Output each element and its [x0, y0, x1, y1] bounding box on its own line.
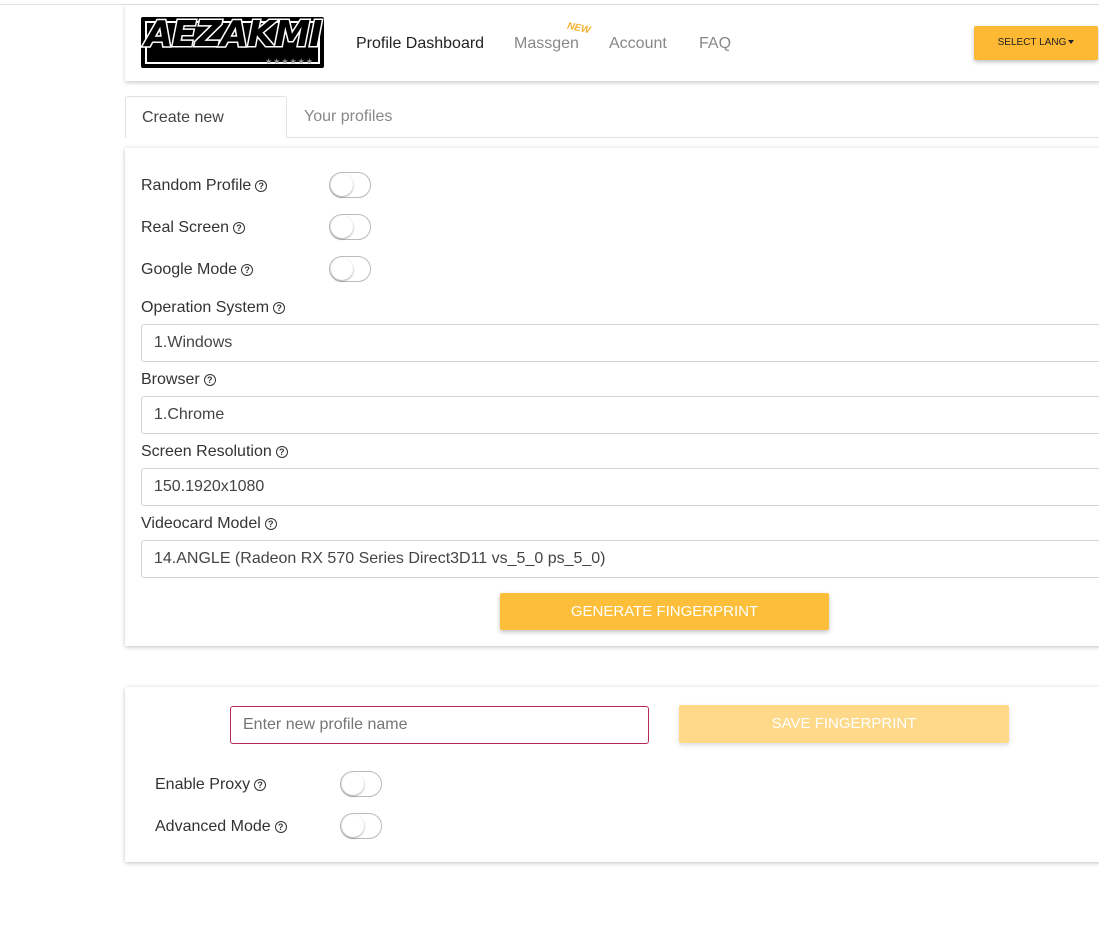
toggle-knob [331, 174, 353, 196]
screen-resolution-text: Screen Resolution [141, 443, 272, 460]
toggle-knob [331, 216, 353, 238]
advanced-mode-text: Advanced Mode [155, 818, 271, 835]
toggle-knob [331, 258, 353, 280]
logo[interactable]: AEZAKMI ★★★★★★ [141, 13, 325, 68]
browser-select[interactable]: 1.Chrome [141, 396, 1099, 434]
google-mode-label: Google Mode? [141, 260, 254, 280]
tab-your-profiles[interactable]: Your profiles [288, 96, 408, 138]
operation-system-label: Operation System? [141, 298, 286, 318]
random-profile-text: Random Profile [141, 177, 252, 194]
screen-resolution-select[interactable]: 150.1920x1080 [141, 468, 1099, 506]
nav-link-profile-dashboard[interactable]: Profile Dashboard [356, 35, 484, 53]
navbar: AEZAKMI ★★★★★★ Profile Dashboard NEW Mas… [125, 5, 1099, 81]
operation-system-text: Operation System [141, 299, 270, 316]
logo-stars-icon: ★★★★★★ [264, 57, 314, 66]
help-icon[interactable]: ? [274, 821, 287, 833]
help-icon[interactable]: ? [254, 779, 267, 791]
videocard-model-label: Videocard Model? [141, 514, 277, 534]
help-icon[interactable]: ? [255, 180, 268, 192]
help-icon[interactable]: ? [203, 374, 216, 386]
help-icon[interactable]: ? [275, 446, 288, 458]
real-screen-text: Real Screen [141, 219, 230, 236]
help-icon[interactable]: ? [241, 264, 254, 276]
real-screen-label: Real Screen? [141, 218, 246, 238]
operation-system-select[interactable]: 1.Windows [141, 324, 1099, 362]
nav-link-account[interactable]: Account [609, 35, 667, 53]
advanced-mode-toggle[interactable] [340, 813, 382, 839]
google-mode-text: Google Mode [141, 261, 238, 278]
videocard-model-select[interactable]: 14.ANGLE (Radeon RX 570 Series Direct3D1… [141, 540, 1099, 578]
generate-fingerprint-button[interactable]: GENERATE FINGERPRINT [500, 593, 829, 630]
save-fingerprint-button[interactable]: SAVE FINGERPRINT [679, 705, 1009, 743]
browser-text: Browser [141, 371, 200, 388]
enable-proxy-toggle[interactable] [340, 771, 382, 797]
nav-link-faq[interactable]: FAQ [699, 35, 731, 53]
logo-text: AEZAKMI [144, 13, 325, 56]
random-profile-toggle[interactable] [329, 172, 371, 198]
enable-proxy-label: Enable Proxy? [155, 775, 267, 795]
videocard-model-text: Videocard Model [141, 515, 261, 532]
profile-name-input[interactable] [230, 706, 649, 744]
nav-link-massgen[interactable]: Massgen [514, 35, 579, 53]
screen-resolution-label: Screen Resolution? [141, 442, 288, 462]
random-profile-label: Random Profile? [141, 176, 268, 196]
help-icon[interactable]: ? [264, 518, 277, 530]
select-lang-label: SELECT LANG [997, 37, 1067, 48]
select-lang-button[interactable]: SELECT LANG [974, 26, 1098, 60]
real-screen-toggle[interactable] [329, 214, 371, 240]
caret-down-icon [1068, 40, 1075, 45]
profile-settings-card: Random Profile? Real Screen? Google Mode… [125, 148, 1099, 646]
advanced-mode-label: Advanced Mode? [155, 817, 287, 837]
toggle-knob [342, 773, 364, 795]
enable-proxy-text: Enable Proxy [155, 776, 251, 793]
tab-create-new-profile[interactable]: Create new profile [125, 96, 287, 168]
browser-label: Browser? [141, 370, 216, 390]
toggle-knob [342, 815, 364, 837]
help-icon[interactable]: ? [233, 222, 246, 234]
new-badge: NEW [566, 20, 592, 37]
google-mode-toggle[interactable] [329, 256, 371, 282]
help-icon[interactable]: ? [273, 302, 286, 314]
save-profile-card: SAVE FINGERPRINT Enable Proxy? Advanced … [125, 687, 1099, 862]
